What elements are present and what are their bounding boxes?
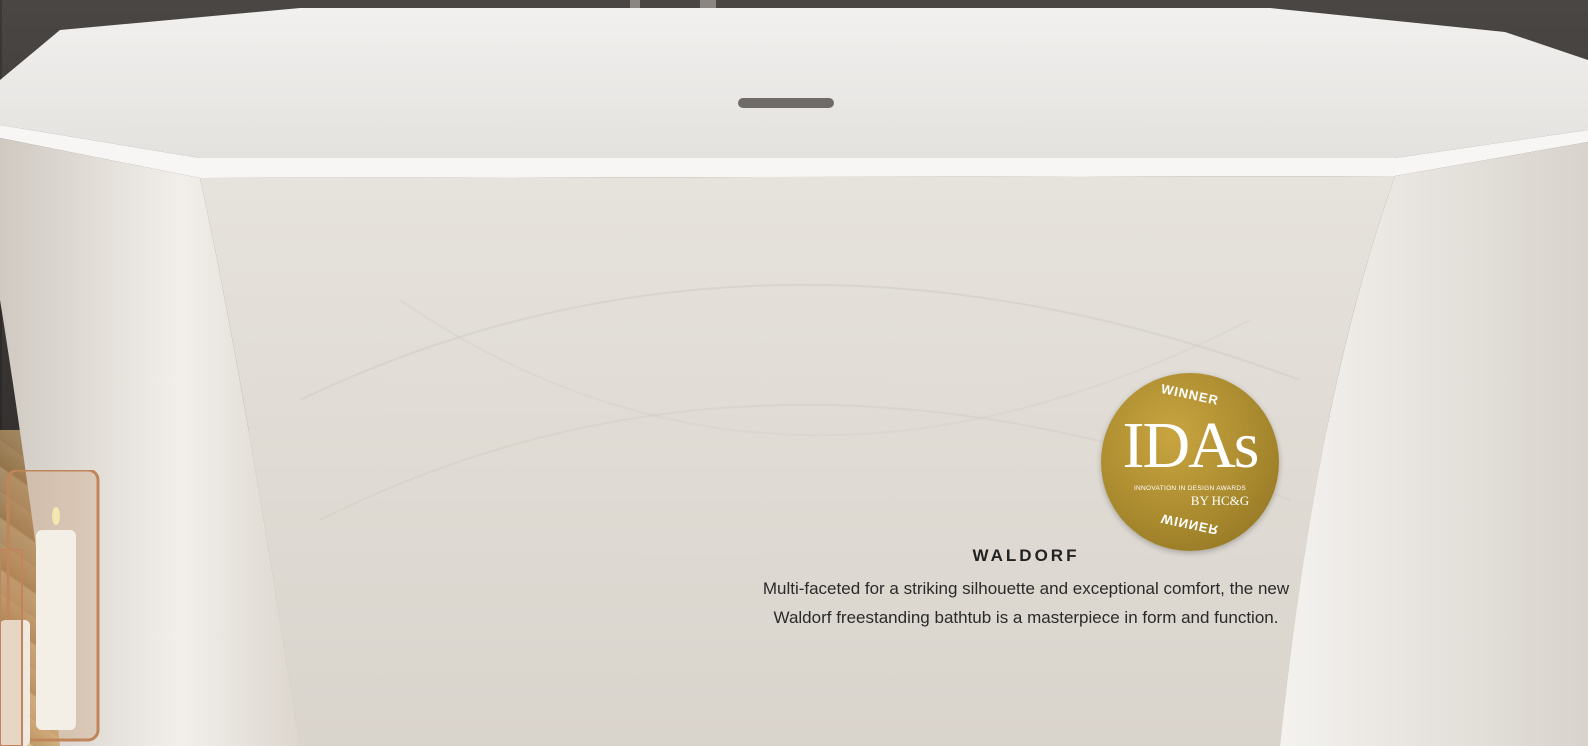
badge-mark: IDAs [1122, 409, 1260, 482]
product-title: WALDORF [972, 546, 1080, 565]
product-description: Multi-faceted for a striking silhouette … [762, 579, 1290, 627]
bathtub [0, 0, 1588, 746]
badge-subtitle: INNOVATION IN DESIGN AWARDS [1133, 485, 1247, 492]
candles [0, 470, 100, 746]
ida-award-badge: WINNER IDAs INNOVATION IN DESIGN AWARDS … [1101, 373, 1279, 551]
bathtub-photo [0, 0, 1588, 746]
product-caption: WALDORF Multi-faceted for a striking sil… [760, 546, 1292, 632]
